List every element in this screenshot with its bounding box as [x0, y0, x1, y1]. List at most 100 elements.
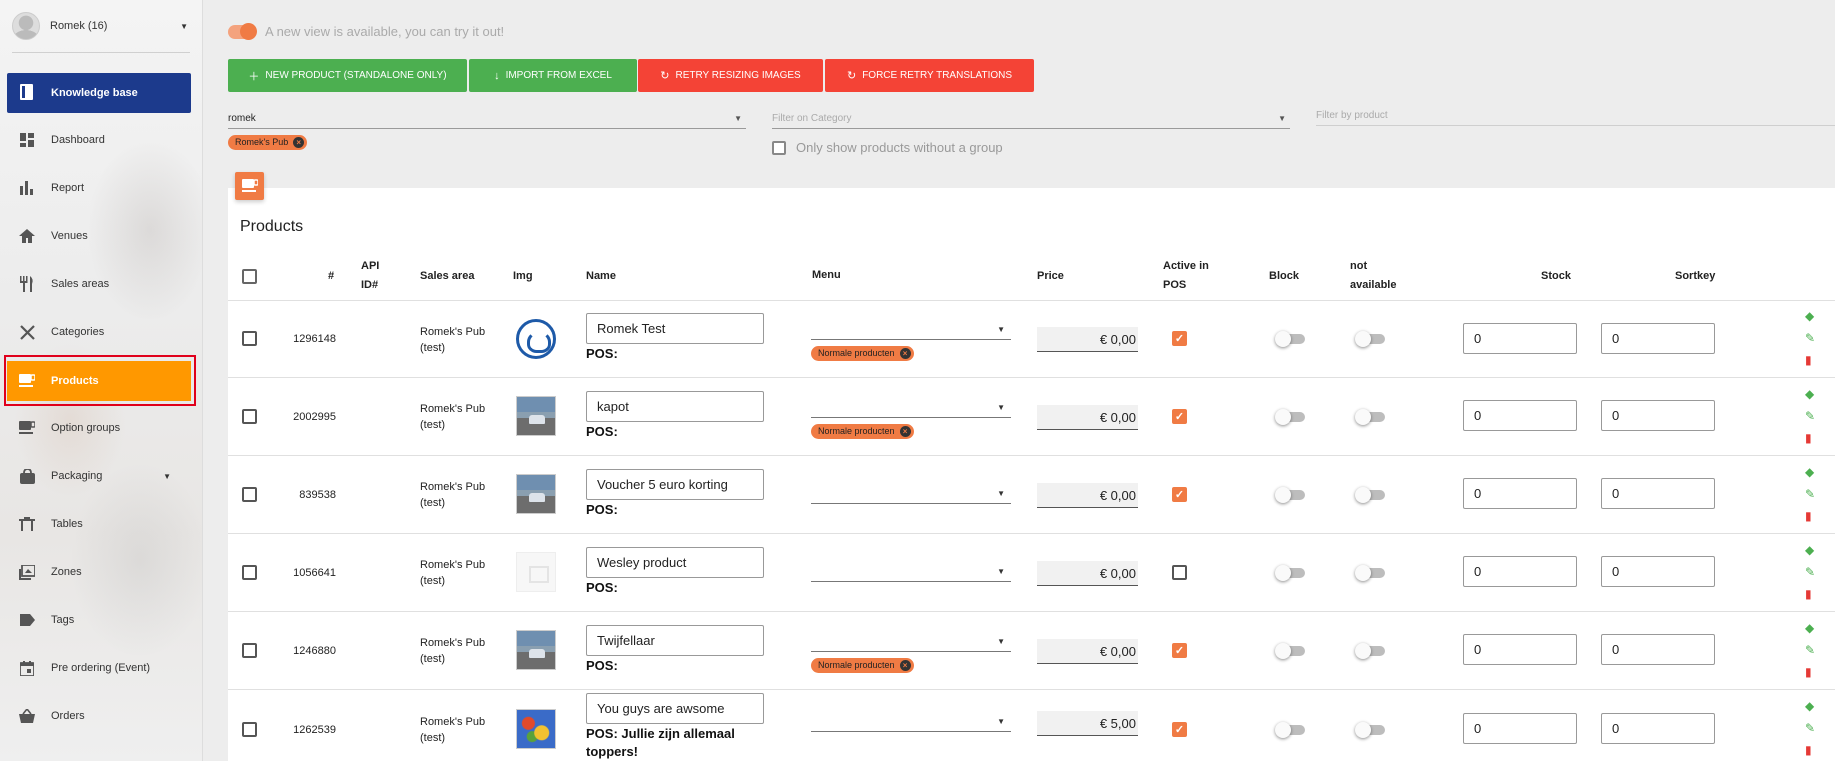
stock-input[interactable]: 0: [1463, 556, 1577, 587]
sidebar-item-pre-ordering[interactable]: Pre ordering (Event): [7, 648, 191, 688]
sidebar-item-zones[interactable]: Zones: [7, 552, 191, 592]
menu-select[interactable]: ▼: [811, 486, 1011, 504]
active-pos-checkbox[interactable]: ✓: [1172, 643, 1187, 658]
block-toggle[interactable]: [1275, 409, 1305, 425]
delete-icon[interactable]: ▮: [1805, 354, 1812, 366]
not-available-toggle[interactable]: [1355, 487, 1385, 503]
remove-chip-icon[interactable]: ×: [293, 136, 305, 148]
sidebar-item-tags[interactable]: Tags: [7, 600, 191, 640]
not-available-toggle[interactable]: [1355, 331, 1385, 347]
sortkey-input[interactable]: 0: [1601, 478, 1715, 509]
sidebar-item-dashboard[interactable]: Dashboard: [7, 120, 191, 160]
layers-icon[interactable]: ◆: [1805, 622, 1814, 634]
no-group-filter[interactable]: Only show products without a group: [772, 140, 1003, 155]
delete-icon[interactable]: ▮: [1805, 666, 1812, 678]
price-input[interactable]: € 0,00: [1037, 405, 1138, 430]
stock-input[interactable]: 0: [1463, 713, 1577, 744]
category-filter-select[interactable]: Filter on Category ▼: [772, 109, 1290, 129]
sortkey-input[interactable]: 0: [1601, 634, 1715, 665]
row-checkbox[interactable]: [242, 643, 257, 658]
stock-input[interactable]: 0: [1463, 400, 1577, 431]
active-pos-checkbox[interactable]: ✓: [1172, 722, 1187, 737]
product-name-input[interactable]: Wesley product: [586, 547, 764, 578]
sidebar-item-tables[interactable]: Tables: [7, 504, 191, 544]
layers-icon[interactable]: ◆: [1805, 700, 1814, 712]
menu-select[interactable]: ▼: [811, 400, 1011, 418]
import-excel-button[interactable]: ↓ IMPORT FROM EXCEL: [469, 59, 637, 92]
row-checkbox[interactable]: [242, 565, 257, 580]
row-checkbox[interactable]: [242, 722, 257, 737]
product-name-input[interactable]: Voucher 5 euro korting: [586, 469, 764, 500]
layers-icon[interactable]: ◆: [1805, 310, 1814, 322]
delete-icon[interactable]: ▮: [1805, 432, 1812, 444]
remove-chip-icon[interactable]: ×: [899, 425, 911, 437]
price-input[interactable]: € 0,00: [1037, 561, 1138, 586]
delete-icon[interactable]: ▮: [1805, 510, 1812, 522]
price-input[interactable]: € 0,00: [1037, 327, 1138, 352]
not-available-toggle[interactable]: [1355, 722, 1385, 738]
delete-icon[interactable]: ▮: [1805, 588, 1812, 600]
active-pos-checkbox[interactable]: ✓: [1172, 331, 1187, 346]
delete-icon[interactable]: ▮: [1805, 744, 1812, 756]
not-available-toggle[interactable]: [1355, 643, 1385, 659]
stock-input[interactable]: 0: [1463, 478, 1577, 509]
menu-select[interactable]: ▼: [811, 322, 1011, 340]
price-input[interactable]: € 5,00: [1037, 711, 1138, 736]
product-name-input[interactable]: Romek Test: [586, 313, 764, 344]
product-name-input[interactable]: Twijfellaar: [586, 625, 764, 656]
sidebar-item-report[interactable]: Report: [7, 168, 191, 208]
block-toggle[interactable]: [1275, 487, 1305, 503]
layers-icon[interactable]: ◆: [1805, 466, 1814, 478]
row-checkbox[interactable]: [242, 331, 257, 346]
sidebar-item-categories[interactable]: Categories: [7, 312, 191, 352]
sidebar-item-sales-areas[interactable]: Sales areas: [7, 264, 191, 304]
sidebar-item-venues[interactable]: Venues: [7, 216, 191, 256]
sidebar-item-packaging[interactable]: Packaging ▼: [7, 456, 191, 496]
menu-select[interactable]: ▼: [811, 564, 1011, 582]
new-product-button[interactable]: ＋ NEW PRODUCT (STANDALONE ONLY): [228, 59, 467, 92]
edit-icon[interactable]: ✎: [1805, 410, 1815, 422]
active-pos-checkbox[interactable]: ✓: [1172, 409, 1187, 424]
sortkey-input[interactable]: 0: [1601, 400, 1715, 431]
edit-icon[interactable]: ✎: [1805, 644, 1815, 656]
edit-icon[interactable]: ✎: [1805, 722, 1815, 734]
price-input[interactable]: € 0,00: [1037, 483, 1138, 508]
stock-input[interactable]: 0: [1463, 634, 1577, 665]
select-all-checkbox[interactable]: [242, 269, 257, 284]
knowledge-base-button[interactable]: Knowledge base: [7, 73, 191, 113]
stock-input[interactable]: 0: [1463, 323, 1577, 354]
block-toggle[interactable]: [1275, 331, 1305, 347]
venue-select[interactable]: romek ▼: [228, 109, 746, 129]
sidebar-item-orders[interactable]: Orders: [7, 696, 191, 736]
user-menu[interactable]: Romek (16) ▼: [12, 9, 190, 43]
sortkey-input[interactable]: 0: [1601, 323, 1715, 354]
edit-icon[interactable]: ✎: [1805, 488, 1815, 500]
sortkey-input[interactable]: 0: [1601, 556, 1715, 587]
active-pos-checkbox[interactable]: [1172, 565, 1187, 580]
remove-chip-icon[interactable]: ×: [899, 659, 911, 671]
layers-icon[interactable]: ◆: [1805, 544, 1814, 556]
not-available-toggle[interactable]: [1355, 409, 1385, 425]
layers-icon[interactable]: ◆: [1805, 388, 1814, 400]
block-toggle[interactable]: [1275, 565, 1305, 581]
edit-icon[interactable]: ✎: [1805, 566, 1815, 578]
product-filter-input[interactable]: Filter by product: [1316, 106, 1835, 126]
menu-select[interactable]: ▼: [811, 634, 1011, 652]
no-group-checkbox[interactable]: [772, 140, 786, 155]
block-toggle[interactable]: [1275, 722, 1305, 738]
active-pos-checkbox[interactable]: ✓: [1172, 487, 1187, 502]
edit-icon[interactable]: ✎: [1805, 332, 1815, 344]
row-checkbox[interactable]: [242, 409, 257, 424]
product-name-input[interactable]: kapot: [586, 391, 764, 422]
row-checkbox[interactable]: [242, 487, 257, 502]
price-input[interactable]: € 0,00: [1037, 639, 1138, 664]
force-translations-button[interactable]: ↻ FORCE RETRY TRANSLATIONS: [825, 59, 1034, 92]
not-available-toggle[interactable]: [1355, 565, 1385, 581]
remove-chip-icon[interactable]: ×: [899, 347, 911, 359]
menu-select[interactable]: ▼: [811, 714, 1011, 732]
sidebar-item-option-groups[interactable]: Option groups: [7, 408, 191, 448]
block-toggle[interactable]: [1275, 643, 1305, 659]
sortkey-input[interactable]: 0: [1601, 713, 1715, 744]
retry-resizing-button[interactable]: ↻ RETRY RESIZING IMAGES: [638, 59, 823, 92]
product-name-input[interactable]: You guys are awsome: [586, 693, 764, 724]
